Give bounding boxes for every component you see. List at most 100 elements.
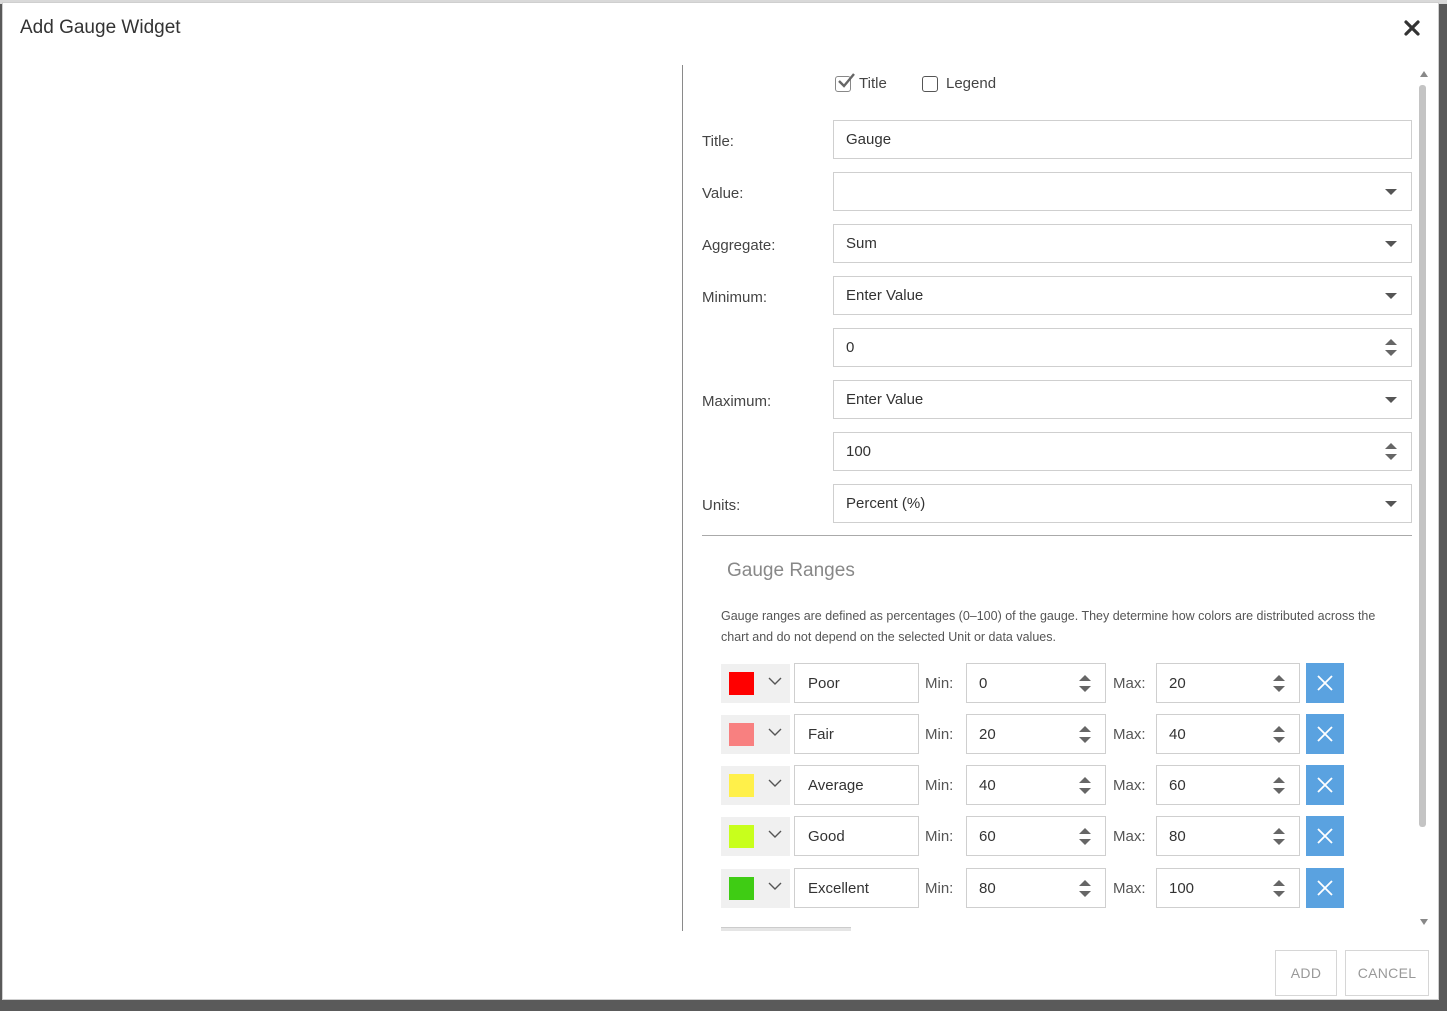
- color-picker[interactable]: [721, 869, 790, 908]
- title-input[interactable]: Gauge: [833, 120, 1412, 159]
- cancel-button[interactable]: CANCEL: [1345, 950, 1429, 996]
- value-select[interactable]: [833, 172, 1412, 211]
- range-max-label: Max:: [1113, 880, 1146, 897]
- chevron-down-icon: [1385, 500, 1397, 507]
- chevron-down-icon: [768, 779, 782, 787]
- scroll-down-arrow[interactable]: [1420, 919, 1428, 925]
- color-picker[interactable]: [721, 664, 790, 703]
- spinner-icon[interactable]: [1079, 725, 1091, 743]
- close-icon: [1317, 726, 1333, 742]
- color-swatch: [729, 825, 754, 848]
- scroll-up-arrow[interactable]: [1420, 71, 1428, 77]
- spinner-icon[interactable]: [1273, 827, 1285, 845]
- scroll-thumb[interactable]: [1419, 85, 1426, 827]
- legend-checkbox-label: Legend: [946, 75, 997, 92]
- range-min-label: Min:: [925, 828, 954, 845]
- add-button[interactable]: ADD: [1275, 950, 1337, 996]
- range-min-label: Min:: [925, 726, 954, 743]
- checkbox-unchecked-icon: [922, 75, 938, 92]
- range-max-label: Max:: [1113, 675, 1146, 692]
- range-min-label: Min:: [925, 777, 954, 794]
- color-swatch: [729, 672, 754, 695]
- range-max-label: Max:: [1113, 726, 1146, 743]
- title-label: Title:: [702, 133, 734, 150]
- range-max-label: Max:: [1113, 828, 1146, 845]
- spinner-icon[interactable]: [1079, 776, 1091, 794]
- color-swatch: [729, 774, 754, 797]
- range-name-input[interactable]: Good: [794, 816, 919, 856]
- chevron-down-icon: [1385, 188, 1397, 195]
- color-picker[interactable]: [721, 715, 790, 754]
- chevron-down-icon: [1385, 292, 1397, 299]
- chevron-down-icon: [1385, 240, 1397, 247]
- spinner-icon[interactable]: [1385, 339, 1397, 356]
- aggregate-select[interactable]: Sum: [833, 224, 1412, 263]
- color-swatch: [729, 877, 754, 900]
- delete-range-button[interactable]: [1306, 714, 1344, 754]
- gauge-preview-area: [3, 65, 681, 931]
- chevron-down-icon: [768, 728, 782, 736]
- range-min-input[interactable]: 40: [966, 765, 1106, 805]
- range-name-input[interactable]: Poor: [794, 663, 919, 703]
- minimum-mode-select[interactable]: Enter Value: [833, 276, 1412, 315]
- add-range-button[interactable]: [721, 927, 851, 931]
- checkbox-checked-icon: [835, 72, 855, 92]
- chevron-down-icon: [768, 830, 782, 838]
- gauge-ranges-heading: Gauge Ranges: [727, 560, 855, 581]
- spinner-icon[interactable]: [1385, 443, 1397, 460]
- maximum-mode-select[interactable]: Enter Value: [833, 380, 1412, 419]
- scrollbar[interactable]: [1418, 69, 1428, 931]
- minimum-value-input[interactable]: 0: [833, 328, 1412, 367]
- range-min-label: Min:: [925, 675, 954, 692]
- spinner-icon[interactable]: [1079, 674, 1091, 692]
- color-picker[interactable]: [721, 817, 790, 856]
- range-min-label: Min:: [925, 880, 954, 897]
- spinner-icon[interactable]: [1273, 674, 1285, 692]
- delete-range-button[interactable]: [1306, 765, 1344, 805]
- gauge-ranges-description: Gauge ranges are defined as percentages …: [721, 609, 1376, 644]
- spinner-icon[interactable]: [1079, 827, 1091, 845]
- dialog-title: Add Gauge Widget: [20, 17, 181, 38]
- chevron-down-icon: [1385, 396, 1397, 403]
- delete-range-button[interactable]: [1306, 868, 1344, 908]
- range-name-input[interactable]: Excellent: [794, 868, 919, 908]
- delete-range-button[interactable]: [1306, 816, 1344, 856]
- range-max-input[interactable]: 40: [1156, 714, 1300, 754]
- legend-checkbox[interactable]: Legend: [922, 75, 996, 92]
- spinner-icon[interactable]: [1273, 879, 1285, 897]
- units-select[interactable]: Percent (%): [833, 484, 1412, 523]
- range-max-input[interactable]: 80: [1156, 816, 1300, 856]
- minimum-label: Minimum:: [702, 289, 768, 306]
- units-label: Units:: [702, 497, 741, 514]
- spinner-icon[interactable]: [1079, 879, 1091, 897]
- title-checkbox-label: Title: [859, 75, 887, 92]
- range-min-input[interactable]: 20: [966, 714, 1106, 754]
- close-icon: [1317, 828, 1333, 844]
- delete-range-button[interactable]: [1306, 663, 1344, 703]
- range-name-input[interactable]: Average: [794, 765, 919, 805]
- range-min-input[interactable]: 60: [966, 816, 1106, 856]
- range-name-input[interactable]: Fair: [794, 714, 919, 754]
- range-min-input[interactable]: 80: [966, 868, 1106, 908]
- spinner-icon[interactable]: [1273, 776, 1285, 794]
- aggregate-label: Aggregate:: [702, 237, 776, 254]
- add-gauge-dialog: Add Gauge Widget Title Legend Title: Gau…: [2, 2, 1439, 1000]
- maximum-label: Maximum:: [702, 393, 772, 410]
- range-max-input[interactable]: 20: [1156, 663, 1300, 703]
- range-max-label: Max:: [1113, 777, 1146, 794]
- color-picker[interactable]: [721, 766, 790, 805]
- range-min-input[interactable]: 0: [966, 663, 1106, 703]
- settings-panel: Title Legend Title: Gauge Value: Aggrega…: [683, 65, 1420, 931]
- range-max-input[interactable]: 60: [1156, 765, 1300, 805]
- close-icon[interactable]: [1401, 17, 1423, 39]
- chevron-down-icon: [768, 677, 782, 685]
- close-icon: [1317, 675, 1333, 691]
- title-checkbox[interactable]: Title: [835, 72, 887, 92]
- range-max-input[interactable]: 100: [1156, 868, 1300, 908]
- color-swatch: [729, 723, 754, 746]
- value-label: Value:: [702, 185, 744, 202]
- close-icon: [1317, 777, 1333, 793]
- section-divider: [702, 535, 1412, 536]
- spinner-icon[interactable]: [1273, 725, 1285, 743]
- maximum-value-input[interactable]: 100: [833, 432, 1412, 471]
